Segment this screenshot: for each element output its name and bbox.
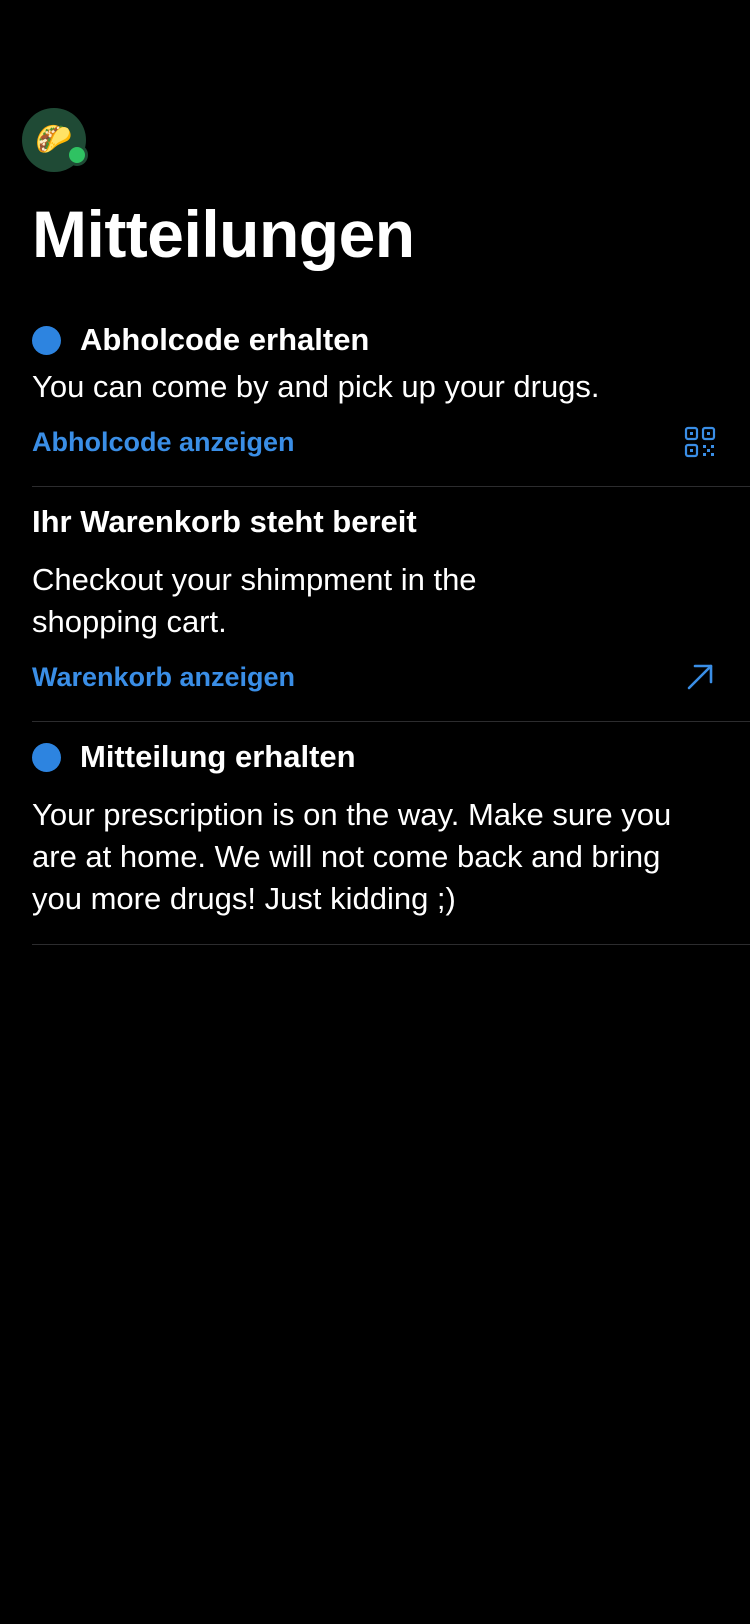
notification-body: Your prescription is on the way. Make su… [32, 797, 672, 916]
arrow-up-right-icon[interactable] [684, 661, 716, 693]
page-title: Mitteilungen [32, 197, 415, 271]
qr-code-icon[interactable] [684, 426, 716, 458]
show-cart-button[interactable]: Warenkorb anzeigen [32, 647, 718, 707]
notification-title: Ihr Warenkorb steht bereit [32, 504, 417, 539]
notification-item[interactable]: Abholcode erhalten You can come by and p… [32, 316, 750, 487]
notification-body: Checkout your shimpment in the shopping … [32, 562, 477, 639]
notification-item[interactable]: Ihr Warenkorb steht bereit Checkout your… [32, 487, 750, 722]
notification-header: Abholcode erhalten [32, 316, 718, 364]
notification-list: Abholcode erhalten You can come by and p… [32, 316, 750, 945]
notification-item[interactable]: Mitteilung erhalten Your prescription is… [32, 722, 750, 945]
online-status-dot [66, 144, 88, 166]
notification-header: Mitteilung erhalten [32, 722, 718, 792]
notification-title: Mitteilung erhalten [80, 739, 356, 774]
notification-title: Abholcode erhalten [80, 322, 370, 357]
notification-header: Ihr Warenkorb steht bereit [32, 487, 718, 557]
unread-indicator [32, 325, 61, 355]
avatar[interactable]: 🌮 [22, 108, 88, 172]
show-pickup-code-button[interactable]: Abholcode anzeigen [32, 412, 718, 472]
action-label[interactable]: Abholcode anzeigen [32, 427, 295, 458]
unread-indicator [32, 742, 61, 772]
action-label[interactable]: Warenkorb anzeigen [32, 662, 295, 693]
notification-body: You can come by and pick up your drugs. [32, 369, 600, 404]
